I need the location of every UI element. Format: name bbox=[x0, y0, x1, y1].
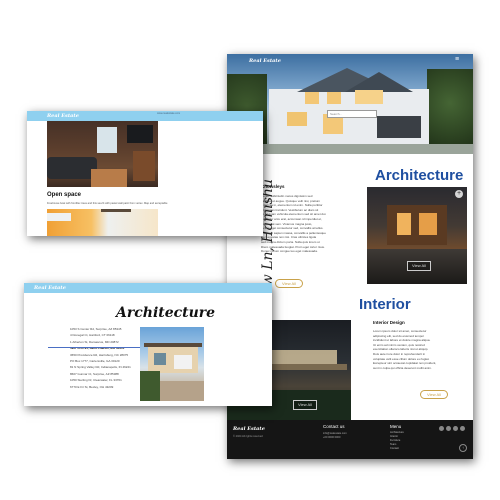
footer-menu-item[interactable]: Contact bbox=[390, 447, 399, 450]
side-view-all-button[interactable]: View All bbox=[275, 279, 303, 288]
footer-menu-title: Menu bbox=[390, 424, 402, 429]
facebook-icon[interactable] bbox=[439, 426, 444, 431]
interior-subheading: Interior Design bbox=[373, 320, 405, 325]
hero-menu-icon[interactable]: ≡ bbox=[455, 56, 459, 63]
footer: Real Estate © 2024 All rights reserved C… bbox=[227, 420, 473, 459]
twitter-icon[interactable] bbox=[446, 426, 451, 431]
footer-contact-title: Contact us bbox=[323, 424, 345, 429]
hero-search-input[interactable]: Search... bbox=[327, 110, 377, 118]
left-bottom-brand[interactable]: Real Estate bbox=[34, 285, 66, 291]
architecture-view-all-button[interactable]: View All bbox=[407, 261, 431, 271]
hero-house-image: Real Estate ≡ Search... bbox=[227, 54, 473, 154]
website-preview-architecture-list: Real Estate Architecture 1053 S Center R… bbox=[24, 283, 272, 406]
dark-view-all-button[interactable]: View All bbox=[293, 400, 317, 410]
interior-heading: Interior bbox=[359, 296, 411, 313]
interior-paragraphs: Lorem ipsum dolor sit amet, consectetur … bbox=[373, 329, 463, 370]
footer-brand[interactable]: Real Estate bbox=[233, 426, 265, 432]
side-paragraphs: Donec sollicitudin metus dignissim sed d… bbox=[261, 194, 341, 254]
architecture-image[interactable]: + View All bbox=[367, 187, 467, 284]
left-top-url: www.realestate.com bbox=[157, 112, 181, 115]
interior-line: sunt in culpa qui officia deserunt molli… bbox=[373, 365, 432, 370]
instagram-icon[interactable] bbox=[453, 426, 458, 431]
left-top-brand[interactable]: Real Estate bbox=[47, 113, 79, 119]
architecture-script-title: Architecture bbox=[116, 305, 216, 321]
architecture-villa-image[interactable] bbox=[140, 327, 204, 401]
interior-view-all-button[interactable]: View All bbox=[420, 390, 448, 399]
side-line: Donec rutrum congue leo eget malesuada. bbox=[261, 249, 318, 254]
footer-menu-item[interactable]: Architecture bbox=[390, 431, 404, 434]
open-space-title: Open space bbox=[47, 192, 82, 198]
hero-brand-logo[interactable]: Real Estate bbox=[249, 58, 281, 64]
website-preview-open-space: Real Estate www.realestate.com Open spac… bbox=[27, 111, 263, 236]
side-heading: Knowsleys bbox=[261, 184, 285, 189]
footer-contact-phone[interactable]: +00 0000 0000 bbox=[323, 436, 340, 439]
footer-copyright: © 2024 All rights reserved bbox=[233, 435, 263, 438]
youtube-icon[interactable] bbox=[460, 426, 465, 431]
open-space-image[interactable] bbox=[47, 121, 158, 187]
ceiling-fan-icon bbox=[101, 209, 131, 212]
footer-contact-email[interactable]: info@realestate.com bbox=[323, 432, 347, 435]
footer-menu-item[interactable]: Furniture bbox=[390, 439, 400, 442]
plus-icon[interactable]: + bbox=[455, 190, 463, 198]
left-bottom-header: Real Estate bbox=[24, 283, 272, 293]
architecture-heading: Architecture bbox=[375, 167, 464, 184]
social-icons bbox=[439, 426, 471, 432]
scroll-top-icon[interactable]: ↑ bbox=[459, 444, 467, 452]
open-space-description: Freehouse boat with frontflex trees and … bbox=[47, 202, 168, 205]
left-top-header: Real Estate www.realestate.com bbox=[27, 111, 263, 121]
footer-menu-item[interactable]: Interior bbox=[390, 435, 398, 438]
open-space-image-2[interactable] bbox=[47, 209, 158, 236]
footer-menu-item[interactable]: Team bbox=[390, 443, 396, 446]
